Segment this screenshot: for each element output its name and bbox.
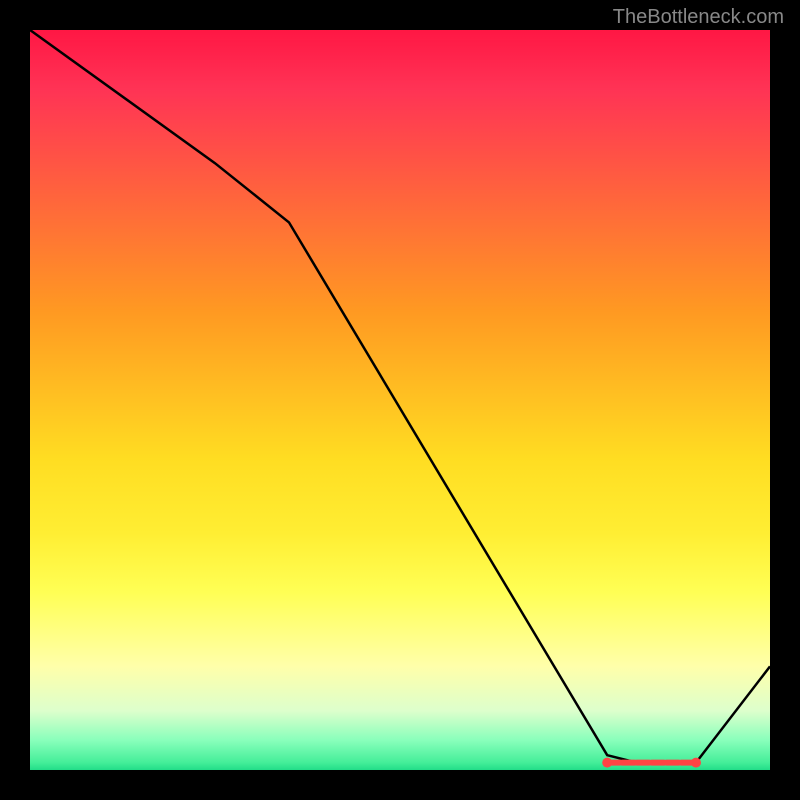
marker-band [602,758,701,768]
chart-svg [30,30,770,770]
watermark-text: TheBottleneck.com [613,6,784,29]
curve-line [30,30,770,763]
chart-plot-area [30,30,770,770]
